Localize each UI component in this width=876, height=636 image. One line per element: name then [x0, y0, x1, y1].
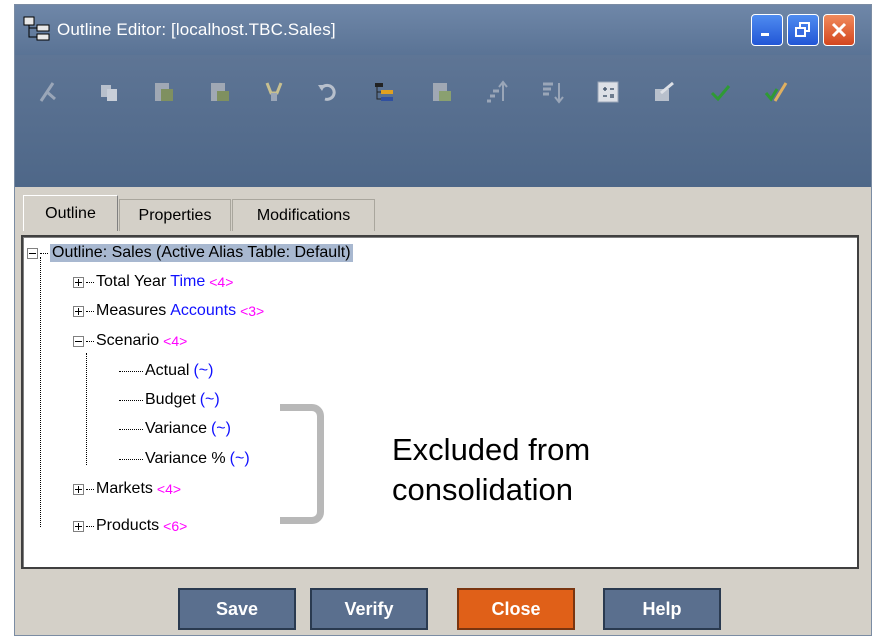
- button-bar: Save Verify Close Help: [15, 571, 871, 636]
- node-count: <3>: [240, 303, 265, 319]
- annotation-bracket: [280, 404, 324, 524]
- copy-button[interactable]: [95, 77, 125, 107]
- node-label: Variance %: [145, 450, 226, 467]
- paste-button[interactable]: [149, 77, 179, 107]
- node-count: <4>: [163, 333, 188, 349]
- add-sibling-button[interactable]: [369, 77, 399, 107]
- tab-outline[interactable]: Outline: [23, 195, 118, 231]
- node-label: Budget: [145, 391, 196, 408]
- consolidation-operator: (~): [199, 391, 220, 408]
- node-label: Variance: [145, 420, 207, 437]
- find-button[interactable]: [259, 77, 289, 107]
- root-label: Outline: Sales (Active Alias Table: Defa…: [50, 244, 353, 262]
- tree-guide-line: [40, 257, 41, 527]
- node-type: Time: [170, 273, 206, 290]
- expand-icon[interactable]: [73, 520, 84, 532]
- tree-node-scenario[interactable]: Scenario <4>: [73, 329, 187, 353]
- consolidation-operator: (~): [210, 420, 231, 437]
- edit-check-icon: [764, 82, 788, 102]
- tree-node-variance-percent[interactable]: Variance % (~): [119, 447, 250, 471]
- tree-node-total-year[interactable]: Total Year Time <4>: [73, 270, 233, 294]
- move-down-icon: [543, 82, 564, 104]
- minimize-button[interactable]: [751, 14, 783, 46]
- paste-child-button[interactable]: [205, 77, 235, 107]
- tree-root-row[interactable]: Outline: Sales (Active Alias Table: Defa…: [27, 241, 353, 265]
- verify-button[interactable]: Verify: [310, 588, 428, 630]
- annotation-line-1: Excluded from: [392, 432, 591, 467]
- close-icon: [831, 22, 847, 38]
- node-label: Total Year: [96, 273, 167, 290]
- verify-check-button[interactable]: [705, 77, 735, 107]
- tree-node-actual[interactable]: Actual (~): [119, 359, 213, 383]
- tree-node-markets[interactable]: Markets <4>: [73, 477, 181, 501]
- node-count: <4>: [209, 274, 234, 290]
- paste-child-icon: [211, 83, 229, 101]
- tab-modifications[interactable]: Modifications: [232, 199, 375, 231]
- tree-node-products[interactable]: Products <6>: [73, 514, 187, 538]
- tree-node-variance[interactable]: Variance (~): [119, 417, 231, 441]
- outline-editor-window: Outline Editor: [localhost.TBC.Sales] Ou…: [14, 4, 872, 636]
- minimize-icon: [761, 33, 769, 36]
- undo-button[interactable]: [313, 77, 343, 107]
- expand-icon[interactable]: [73, 305, 84, 317]
- properties-icon: [655, 81, 674, 101]
- tab-properties[interactable]: Properties: [119, 199, 231, 231]
- cut-button[interactable]: [33, 77, 63, 107]
- node-label: Products: [96, 517, 160, 534]
- node-label: Markets: [96, 480, 153, 497]
- close-button[interactable]: Close: [457, 588, 575, 630]
- properties-button[interactable]: [649, 77, 679, 107]
- expand-icon[interactable]: [73, 276, 84, 288]
- node-type: Accounts: [170, 302, 237, 319]
- restore-icon: [795, 22, 810, 37]
- restore-button[interactable]: [787, 14, 819, 46]
- move-down-button[interactable]: [537, 77, 567, 107]
- copy-icon: [101, 85, 117, 101]
- node-label: Scenario: [96, 332, 160, 349]
- add-sibling-icon: [375, 83, 393, 101]
- annotation-line-2: consolidation: [392, 472, 573, 507]
- add-child-icon: [433, 83, 451, 101]
- tree-node-measures[interactable]: Measures Accounts <3>: [73, 299, 264, 323]
- outline-tree[interactable]: Outline: Sales (Active Alias Table: Defa…: [21, 235, 859, 569]
- find-icon: [265, 82, 283, 101]
- toolbar: [15, 55, 871, 187]
- consolidation-operator: (~): [193, 362, 214, 379]
- tab-strip: Outline Properties Modifications: [15, 195, 871, 235]
- tree-guide-line: [86, 353, 87, 465]
- undo-icon: [318, 83, 336, 101]
- node-count: <6>: [163, 518, 188, 534]
- node-label: Actual: [145, 362, 190, 379]
- help-button[interactable]: Help: [603, 588, 721, 630]
- cut-icon: [39, 82, 56, 102]
- app-outline-icon: [23, 16, 50, 41]
- verify-check-icon: [710, 85, 731, 102]
- collapse-icon[interactable]: [73, 335, 84, 347]
- node-label: Measures: [96, 302, 167, 319]
- move-up-button[interactable]: [481, 77, 511, 107]
- annotation-callout: Excluded from consolidation: [392, 430, 692, 510]
- close-window-button[interactable]: [823, 14, 855, 46]
- node-count: <4>: [156, 481, 182, 497]
- save-button[interactable]: Save: [178, 588, 296, 630]
- calculator-button[interactable]: [593, 77, 623, 107]
- collapse-icon[interactable]: [27, 247, 38, 259]
- title-bar[interactable]: Outline Editor: [localhost.TBC.Sales]: [15, 5, 871, 55]
- paste-icon: [155, 83, 173, 101]
- window-title: Outline Editor: [localhost.TBC.Sales]: [57, 20, 336, 39]
- consolidation-operator: (~): [229, 450, 250, 467]
- add-child-button[interactable]: [427, 77, 457, 107]
- edit-check-button[interactable]: [761, 77, 791, 107]
- expand-icon[interactable]: [73, 483, 84, 495]
- tree-node-budget[interactable]: Budget (~): [119, 388, 220, 412]
- move-up-icon: [487, 80, 508, 103]
- calculator-icon: [597, 81, 619, 103]
